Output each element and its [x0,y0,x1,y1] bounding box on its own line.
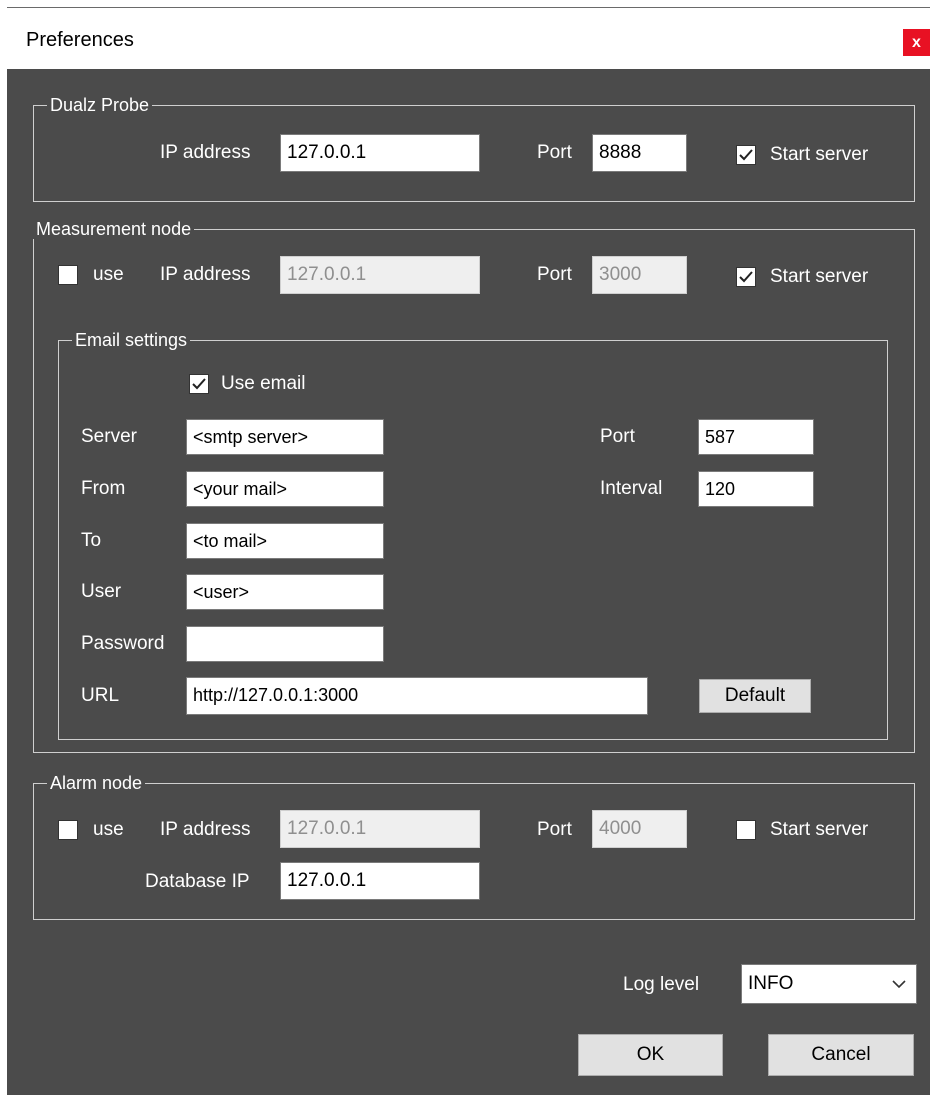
measurement-start-server-checkbox[interactable] [736,267,756,287]
from-label: From [81,478,126,499]
email-port-label: Port [600,426,635,447]
dualz-ip-label: IP address [160,142,251,163]
measurement-start-server-label: Start server [770,266,869,287]
measurement-ip-label: IP address [160,264,251,285]
alarm-start-server-checkbox[interactable] [736,820,756,840]
url-input[interactable]: http://127.0.0.1:3000 [186,677,648,715]
dualz-ip-input[interactable]: 127.0.0.1 [280,134,480,172]
server-input[interactable]: <smtp server> [186,419,384,455]
check-icon [739,149,753,161]
url-label: URL [81,685,120,706]
dualz-port-label: Port [537,142,572,163]
close-button[interactable]: x [903,29,930,56]
to-input[interactable]: <to mail> [186,523,384,559]
user-label: User [81,581,122,602]
alarm-port-label: Port [537,819,572,840]
user-input[interactable]: <user> [186,574,384,610]
dualz-start-server-label: Start server [770,144,869,165]
from-input[interactable]: <your mail> [186,471,384,507]
alarm-ip-input[interactable]: 127.0.0.1 [280,810,480,848]
alarm-use-label: use [93,819,124,840]
email-port-input[interactable]: 587 [698,419,814,455]
check-icon [192,378,206,390]
measurement-port-input[interactable]: 3000 [592,256,687,294]
use-email-label: Use email [221,373,306,394]
alarm-port-input[interactable]: 4000 [592,810,687,848]
measurement-use-checkbox[interactable] [58,265,78,285]
measurement-port-label: Port [537,264,572,285]
dualz-port-input[interactable]: 8888 [592,134,687,172]
default-button[interactable]: Default [699,679,811,713]
check-icon [739,271,753,283]
alarm-node-legend: Alarm node [47,773,146,793]
chevron-down-icon [892,980,906,989]
interval-input[interactable]: 120 [698,471,814,507]
close-icon: x [912,33,921,51]
alarm-start-server-label: Start server [770,819,869,840]
interval-label: Interval [600,478,663,499]
title-bar[interactable] [7,8,930,69]
alarm-ip-label: IP address [160,819,251,840]
log-level-value: INFO [748,973,794,994]
dualz-probe-legend: Dualz Probe [47,95,153,115]
to-label: To [81,530,102,551]
email-settings-legend: Email settings [72,330,191,350]
alarm-use-checkbox[interactable] [58,820,78,840]
cancel-button[interactable]: Cancel [768,1034,914,1076]
ok-button[interactable]: OK [578,1034,723,1076]
password-label: Password [81,633,165,654]
measurement-ip-input[interactable]: 127.0.0.1 [280,256,480,294]
database-ip-label: Database IP [145,871,250,892]
measurement-use-label: use [93,264,124,285]
dualz-start-server-checkbox[interactable] [736,145,756,165]
measurement-node-legend: Measurement node [33,219,195,239]
window-title: Preferences [26,29,134,51]
password-input[interactable] [186,626,384,662]
server-label: Server [81,426,137,447]
use-email-checkbox[interactable] [189,374,209,394]
log-level-select[interactable]: INFO [741,964,917,1004]
log-level-label: Log level [623,974,700,995]
database-ip-input[interactable]: 127.0.0.1 [280,862,480,900]
